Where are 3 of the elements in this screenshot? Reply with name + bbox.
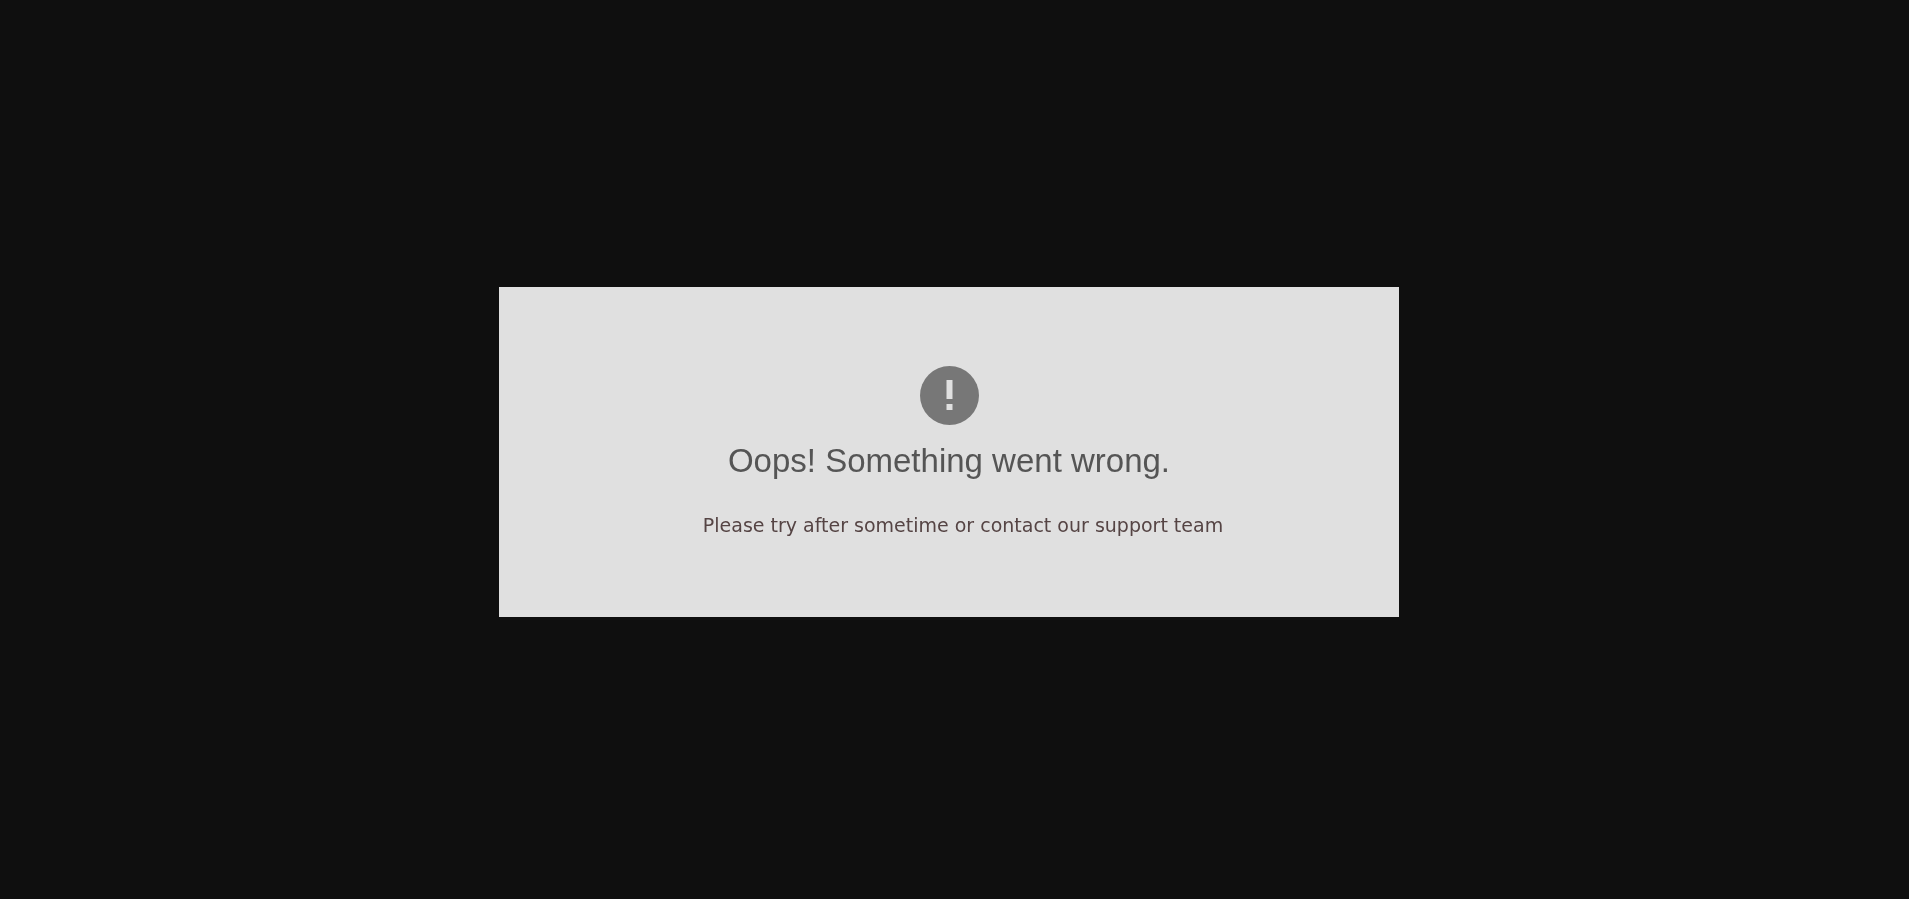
alert-icon <box>919 366 979 425</box>
error-title: Oops! Something went wrong. <box>727 441 1171 481</box>
error-message: Please try after sometime or contact our support team <box>702 512 1224 538</box>
